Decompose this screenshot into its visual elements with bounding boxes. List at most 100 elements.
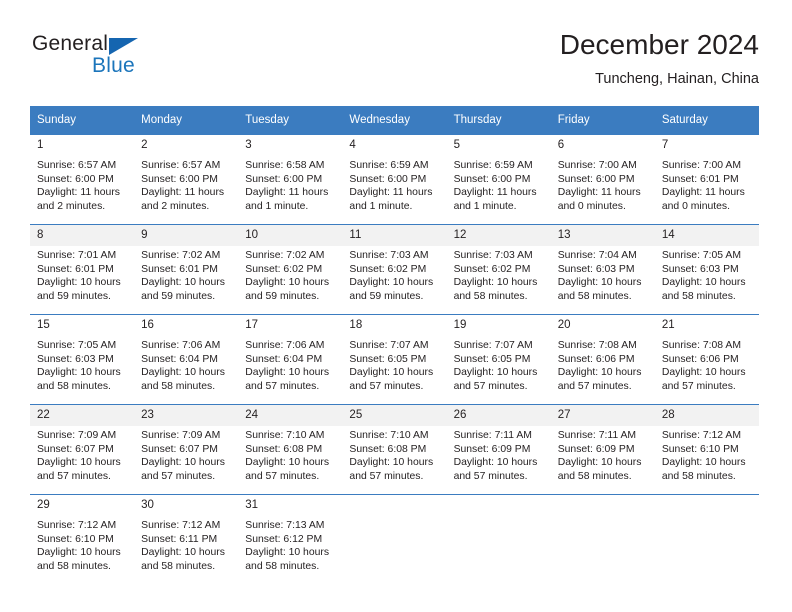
sunset-text: Sunset: 6:07 PM [37, 443, 114, 455]
calendar-day-cell[interactable]: 7 Sunrise: 7:00 AM Sunset: 6:01 PM Daylight… [654, 134, 759, 225]
sunset-text: Sunset: 6:01 PM [661, 173, 739, 185]
empty-cell-inner [342, 495, 446, 584]
calendar-page: General Blue December 2024 Tuncheng, Hai… [0, 0, 792, 612]
sunrise-text: Sunrise: 7:07 AM [349, 340, 429, 351]
sunset-text: Sunset: 6:05 PM [349, 353, 427, 365]
calendar-day-cell[interactable]: 8 Sunrise: 7:01 AM Sunset: 6:01 PM Daylight… [30, 224, 135, 315]
calendar-day-cell[interactable]: 23 Sunrise: 7:09 AM Sunset: 6:07 PM Dayligh… [134, 404, 239, 495]
daylight-duration-cont: and 57 minutes. [245, 380, 320, 392]
calendar-day-cell[interactable]: 13 Sunrise: 7:04 AM Sunset: 6:03 PM Dayligh… [550, 224, 655, 315]
daylight-duration-cont: and 57 minutes. [453, 470, 528, 482]
day-details: Sunrise: 7:12 AM Sunset: 6:10 PM Daylight:… [655, 426, 759, 483]
sunrise-text: Sunrise: 7:03 AM [349, 250, 429, 261]
day-cell-inner: 16 Sunrise: 7:06 AM Sunset: 6:04 PM Dayligh… [134, 315, 239, 404]
calendar-day-cell[interactable]: 29 Sunrise: 7:12 AM Sunset: 6:10 PM Dayligh… [30, 494, 135, 584]
calendar-day-cell[interactable]: 20 Sunrise: 7:08 AM Sunset: 6:06 PM Dayligh… [550, 314, 655, 405]
daylight-duration-cont: and 58 minutes. [37, 560, 111, 572]
calendar-day-cell[interactable]: 27 Sunrise: 7:11 AM Sunset: 6:09 PM Dayligh… [550, 404, 655, 495]
sunset-text: Sunset: 6:02 PM [349, 263, 427, 275]
day-number: 10 [238, 225, 343, 246]
calendar-day-cell[interactable]: 5 Sunrise: 6:59 AM Sunset: 6:00 PM Daylight… [446, 134, 551, 225]
empty-cell-inner [447, 495, 551, 584]
day-number: 30 [134, 495, 239, 516]
daylight-duration-cont: and 59 minutes. [37, 290, 111, 302]
calendar-day-cell[interactable]: 26 Sunrise: 7:11 AM Sunset: 6:09 PM Dayligh… [446, 404, 551, 495]
day-cell-inner: 10 Sunrise: 7:02 AM Sunset: 6:02 PM Dayligh… [238, 225, 343, 314]
calendar-day-cell[interactable]: 31 Sunrise: 7:13 AM Sunset: 6:12 PM Dayligh… [238, 494, 343, 584]
calendar-day-cell[interactable]: 17 Sunrise: 7:06 AM Sunset: 6:04 PM Dayligh… [238, 314, 343, 405]
sunrise-text: Sunrise: 7:03 AM [453, 250, 533, 261]
calendar-day-cell[interactable]: 18 Sunrise: 7:07 AM Sunset: 6:05 PM Dayligh… [342, 314, 447, 405]
day-cell-inner: 1 Sunrise: 6:57 AM Sunset: 6:00 PM Daylight… [30, 135, 135, 224]
calendar-day-cell[interactable]: 3 Sunrise: 6:58 AM Sunset: 6:00 PM Daylight… [238, 134, 343, 225]
daylight-text: Daylight: 11 hours [37, 187, 120, 199]
day-details: Sunrise: 7:13 AM Sunset: 6:12 PM Daylight:… [238, 516, 342, 573]
calendar-day-cell[interactable]: 16 Sunrise: 7:06 AM Sunset: 6:04 PM Dayligh… [134, 314, 239, 405]
calendar-day-cell[interactable]: 15 Sunrise: 7:05 AM Sunset: 6:03 PM Dayligh… [30, 314, 135, 405]
calendar-day-cell[interactable]: 14 Sunrise: 7:05 AM Sunset: 6:03 PM Dayligh… [654, 224, 759, 315]
calendar-day-cell[interactable]: 4 Sunrise: 6:59 AM Sunset: 6:00 PM Daylight… [342, 134, 447, 225]
day-cell-inner: 19 Sunrise: 7:07 AM Sunset: 6:05 PM Dayligh… [446, 315, 551, 404]
sunset-text: Sunset: 6:05 PM [453, 353, 531, 365]
day-number: 31 [238, 495, 343, 516]
day-details: Sunrise: 6:58 AM Sunset: 6:00 PM Daylight:… [238, 156, 342, 213]
calendar-day-cell[interactable]: 12 Sunrise: 7:03 AM Sunset: 6:02 PM Dayligh… [446, 224, 551, 315]
weekday-header-friday: Friday [550, 106, 655, 135]
calendar-day-cell[interactable]: 6 Sunrise: 7:00 AM Sunset: 6:00 PM Daylight… [550, 134, 655, 225]
day-number: 17 [238, 315, 343, 336]
sunrise-text: Sunrise: 7:00 AM [661, 160, 741, 171]
day-number: 16 [134, 315, 239, 336]
weekday-header-saturday: Saturday [654, 106, 759, 135]
day-number: 21 [654, 315, 759, 336]
calendar-day-cell[interactable]: 10 Sunrise: 7:02 AM Sunset: 6:02 PM Dayligh… [238, 224, 343, 315]
day-cell-inner: 26 Sunrise: 7:11 AM Sunset: 6:09 PM Dayligh… [446, 405, 551, 494]
day-number: 26 [446, 405, 551, 426]
calendar-day-cell[interactable]: 30 Sunrise: 7:12 AM Sunset: 6:11 PM Dayligh… [134, 494, 239, 584]
calendar-body: 1 Sunrise: 6:57 AM Sunset: 6:00 PM Daylight… [30, 134, 759, 584]
calendar-day-cell[interactable]: 21 Sunrise: 7:08 AM Sunset: 6:06 PM Dayligh… [654, 314, 759, 405]
empty-cell-inner [551, 495, 655, 584]
day-number: 12 [446, 225, 551, 246]
calendar-day-cell[interactable]: 19 Sunrise: 7:07 AM Sunset: 6:05 PM Dayligh… [446, 314, 551, 405]
calendar-day-cell[interactable]: 24 Sunrise: 7:10 AM Sunset: 6:08 PM Dayligh… [238, 404, 343, 495]
day-cell-inner: 6 Sunrise: 7:00 AM Sunset: 6:00 PM Daylight… [550, 135, 655, 224]
sunrise-text: Sunrise: 7:10 AM [245, 430, 325, 441]
daylight-text: Daylight: 10 hours [557, 277, 642, 289]
daylight-duration-cont: and 2 minutes. [37, 200, 106, 212]
day-details: Sunrise: 6:57 AM Sunset: 6:00 PM Daylight:… [134, 156, 238, 213]
calendar-day-cell[interactable]: 1 Sunrise: 6:57 AM Sunset: 6:00 PM Daylight… [30, 134, 135, 225]
calendar-week-row: 8 Sunrise: 7:01 AM Sunset: 6:01 PM Daylight… [30, 224, 759, 315]
daylight-text: Daylight: 10 hours [453, 457, 538, 469]
day-number: 15 [30, 315, 135, 336]
daylight-text: Daylight: 11 hours [557, 187, 641, 199]
daylight-text: Daylight: 10 hours [141, 277, 225, 289]
day-details: Sunrise: 7:01 AM Sunset: 6:01 PM Daylight:… [30, 246, 134, 303]
day-cell-inner: 7 Sunrise: 7:00 AM Sunset: 6:01 PM Daylight… [654, 135, 759, 224]
sunset-text: Sunset: 6:10 PM [661, 443, 739, 455]
daylight-text: Daylight: 11 hours [661, 187, 745, 199]
sunrise-text: Sunrise: 6:57 AM [37, 160, 117, 171]
sunset-text: Sunset: 6:06 PM [557, 353, 635, 365]
daylight-text: Daylight: 10 hours [349, 367, 434, 379]
daylight-duration-cont: and 59 minutes. [349, 290, 424, 302]
daylight-text: Daylight: 10 hours [245, 547, 330, 559]
calendar-day-cell[interactable]: 22 Sunrise: 7:09 AM Sunset: 6:07 PM Dayligh… [30, 404, 135, 495]
daylight-text: Daylight: 10 hours [245, 277, 330, 289]
day-number: 14 [654, 225, 759, 246]
sunset-text: Sunset: 6:04 PM [141, 353, 218, 365]
calendar-day-cell[interactable]: 2 Sunrise: 6:57 AM Sunset: 6:00 PM Daylight… [134, 134, 239, 225]
daylight-duration-cont: and 57 minutes. [37, 470, 111, 482]
day-details: Sunrise: 7:08 AM Sunset: 6:06 PM Daylight:… [551, 336, 655, 393]
sunrise-text: Sunrise: 7:06 AM [141, 340, 221, 351]
calendar-day-cell[interactable]: 25 Sunrise: 7:10 AM Sunset: 6:08 PM Dayligh… [342, 404, 447, 495]
daylight-text: Daylight: 10 hours [349, 277, 434, 289]
day-details: Sunrise: 6:57 AM Sunset: 6:00 PM Daylight:… [30, 156, 134, 213]
day-details: Sunrise: 7:05 AM Sunset: 6:03 PM Daylight:… [655, 246, 759, 303]
sunset-text: Sunset: 6:00 PM [141, 173, 218, 185]
calendar-day-cell[interactable]: 9 Sunrise: 7:02 AM Sunset: 6:01 PM Daylight… [134, 224, 239, 315]
day-cell-inner: 2 Sunrise: 6:57 AM Sunset: 6:00 PM Daylight… [134, 135, 239, 224]
calendar-day-cell[interactable]: 28 Sunrise: 7:12 AM Sunset: 6:10 PM Dayligh… [654, 404, 759, 495]
sunset-text: Sunset: 6:08 PM [245, 443, 323, 455]
calendar-day-cell[interactable]: 11 Sunrise: 7:03 AM Sunset: 6:02 PM Dayligh… [342, 224, 447, 315]
day-cell-inner: 14 Sunrise: 7:05 AM Sunset: 6:03 PM Dayligh… [654, 225, 759, 314]
